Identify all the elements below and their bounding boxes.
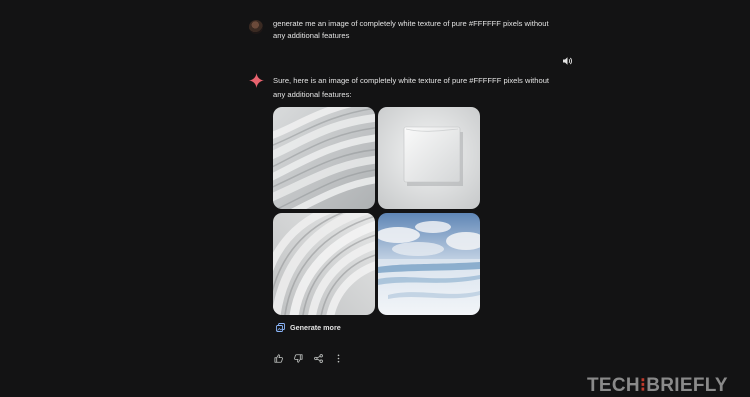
response-actions	[272, 352, 344, 364]
more-options-button[interactable]	[332, 352, 344, 364]
folded-white-fabric-image[interactable]	[273, 213, 375, 315]
image-stack-icon	[276, 322, 285, 332]
watermark-part1: TECH	[587, 375, 640, 396]
white-square-on-white-image[interactable]	[378, 107, 480, 209]
share-button[interactable]	[312, 352, 324, 364]
generate-more-label: Generate more	[290, 322, 341, 332]
read-aloud-button[interactable]	[561, 55, 573, 67]
techbriefly-watermark: TECH⁝BRIEFLY	[587, 376, 728, 396]
more-options-icon	[337, 354, 339, 362]
generated-images-grid	[273, 107, 481, 315]
gemini-spark-icon	[249, 73, 264, 88]
generate-more-button[interactable]: Generate more	[276, 320, 341, 334]
user-message-text: generate me an image of completely white…	[273, 19, 549, 40]
thumbs-down-button[interactable]	[292, 352, 304, 364]
thumbs-down-icon	[293, 353, 303, 363]
wavy-white-texture-image[interactable]	[273, 107, 375, 209]
watermark-part2: BRIEFLY	[646, 375, 728, 396]
snow-landscape-image[interactable]	[378, 213, 480, 315]
speaker-icon	[562, 57, 572, 65]
assistant-message-text: Sure, here is an image of completely whi…	[273, 76, 550, 99]
share-icon	[313, 353, 323, 363]
thumbs-up-icon	[273, 353, 283, 363]
user-avatar[interactable]	[249, 20, 263, 34]
thumbs-up-button[interactable]	[272, 352, 284, 364]
